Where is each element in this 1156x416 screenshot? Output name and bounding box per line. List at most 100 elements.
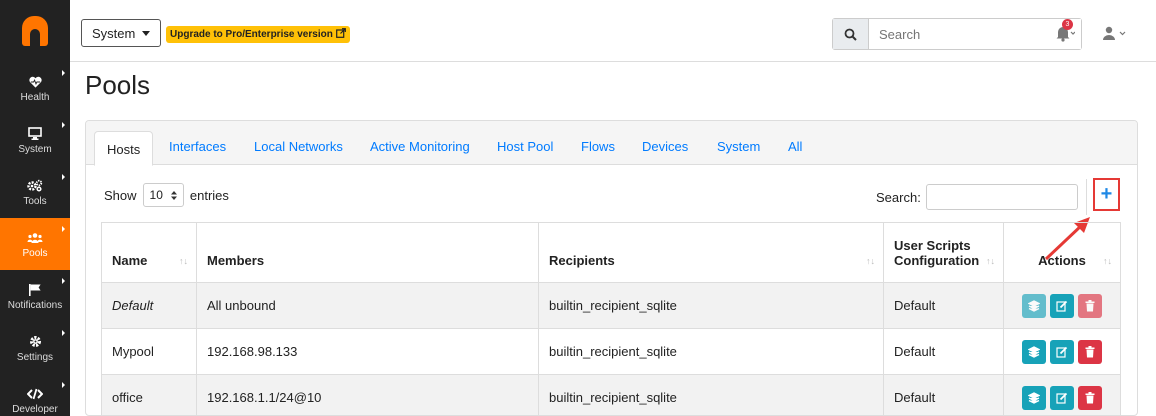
sidebar-item-developer[interactable]: Developer	[0, 374, 70, 416]
trash-icon	[1085, 345, 1095, 357]
layers-button	[1022, 293, 1046, 318]
cog-icon	[27, 334, 43, 350]
column-header-user-scripts[interactable]: User Scripts Configuration ↑↓	[883, 222, 1004, 283]
sort-icon: ↑↓	[1103, 256, 1112, 266]
pool-members: 192.168.1.1/24@10	[196, 374, 539, 415]
sidebar-item-label: Notifications	[7, 299, 63, 311]
sidebar-item-pools[interactable]: Pools	[0, 218, 70, 270]
column-header-recipients[interactable]: Recipients ↑↓	[538, 222, 884, 283]
pool-actions	[1003, 374, 1121, 415]
table-row: office 192.168.1.1/24@10 builtin_recipie…	[101, 374, 1121, 415]
tab-host-pool[interactable]: Host Pool	[497, 139, 553, 154]
sort-icon: ↑↓	[986, 256, 995, 266]
column-header-actions[interactable]: Actions ↑↓	[1003, 222, 1121, 283]
pool-name: Default	[101, 282, 197, 329]
sidebar-item-system[interactable]: System	[0, 114, 70, 166]
edit-button[interactable]	[1050, 385, 1074, 410]
sidebar-item-label: Health	[20, 91, 50, 103]
entries-select[interactable]: 10	[142, 183, 184, 207]
sort-icon: ↑↓	[179, 256, 188, 266]
search-icon	[844, 28, 857, 41]
pool-actions	[1003, 328, 1121, 375]
table-row: Default All unbound builtin_recipient_sq…	[101, 282, 1121, 329]
table-search-label: Search:	[876, 190, 921, 205]
notification-count-badge: 3	[1062, 19, 1073, 30]
ntopng-logo[interactable]	[0, 0, 70, 62]
add-pool-button[interactable]: +	[1093, 178, 1120, 211]
user-icon	[1103, 26, 1126, 40]
tab-flows[interactable]: Flows	[581, 139, 615, 154]
pool-recipients: builtin_recipient_sqlite	[538, 282, 884, 329]
table-search-input[interactable]	[926, 184, 1078, 210]
external-link-icon	[335, 28, 346, 41]
caret-right-icon	[62, 70, 65, 76]
entries-value: 10	[149, 188, 163, 202]
edit-icon	[1056, 392, 1068, 404]
layers-button[interactable]	[1022, 339, 1046, 364]
entries-label: entries	[189, 187, 229, 203]
edit-button[interactable]	[1050, 339, 1074, 364]
tab-interfaces[interactable]: Interfaces	[169, 139, 226, 154]
tab-all[interactable]: All	[788, 139, 802, 154]
sidebar-item-health[interactable]: Health	[0, 62, 70, 114]
sidebar-item-tools[interactable]: Tools	[0, 166, 70, 218]
column-header-name[interactable]: Name ↑↓	[101, 222, 197, 283]
table-header-row: Name ↑↓ Members Recipients ↑↓ User Scripts…	[101, 222, 1121, 283]
upgrade-badge[interactable]: Upgrade to Pro/Enterprise version	[166, 26, 350, 43]
layers-icon	[1028, 299, 1040, 312]
global-search	[832, 18, 1082, 50]
user-menu[interactable]	[1102, 25, 1128, 41]
tab-local-networks[interactable]: Local Networks	[254, 139, 343, 154]
pool-recipients: builtin_recipient_sqlite	[538, 328, 884, 375]
heartbeat-icon	[27, 74, 43, 90]
tab-devices[interactable]: Devices	[642, 139, 688, 154]
cogs-icon	[27, 178, 43, 194]
system-dropdown-label: System	[92, 25, 136, 41]
layers-icon	[1028, 345, 1040, 358]
pool-recipients: builtin_recipient_sqlite	[538, 374, 884, 415]
sidebar-item-label: Pools	[22, 247, 48, 259]
code-icon	[27, 386, 43, 402]
show-label: Show	[104, 187, 137, 203]
sidebar-item-label: Developer	[12, 403, 58, 415]
edit-button[interactable]	[1050, 293, 1074, 318]
pool-name: Mypool	[101, 328, 197, 375]
tab-hosts[interactable]: Hosts	[94, 131, 154, 166]
caret-right-icon	[62, 122, 65, 128]
caret-right-icon	[62, 330, 65, 336]
sidebar: Health System Tools Pools Notifications	[0, 0, 70, 416]
tab-system[interactable]: System	[717, 139, 760, 154]
caret-right-icon	[62, 382, 65, 388]
tab-active-monitoring[interactable]: Active Monitoring	[370, 139, 470, 154]
system-dropdown-button[interactable]: System	[81, 19, 162, 47]
flag-icon	[27, 282, 43, 298]
pool-members: 192.168.98.133	[196, 328, 539, 375]
sidebar-item-settings[interactable]: Settings	[0, 322, 70, 374]
pool-config: Default	[883, 328, 1004, 375]
trash-icon	[1085, 391, 1095, 403]
layers-icon	[1028, 391, 1040, 404]
search-button[interactable]	[833, 19, 869, 49]
trash-icon	[1085, 299, 1095, 311]
layers-button[interactable]	[1022, 385, 1046, 410]
pools-card: Hosts Interfaces Local Networks Active M…	[85, 120, 1138, 416]
table-row: Mypool 192.168.98.133 builtin_recipient_…	[101, 328, 1121, 375]
pool-config: Default	[883, 374, 1004, 415]
top-navbar: System Upgrade to Pro/Enterprise version…	[70, 0, 1156, 62]
tabs-bar: Hosts Interfaces Local Networks Active M…	[86, 121, 1137, 166]
divider	[1086, 179, 1087, 215]
logo-mark	[22, 16, 48, 46]
pool-name: office	[101, 374, 197, 415]
caret-right-icon	[62, 278, 65, 284]
column-header-members: Members	[196, 222, 539, 283]
caret-right-icon	[62, 174, 65, 180]
upgrade-label: Upgrade to Pro/Enterprise version	[170, 29, 333, 40]
delete-button[interactable]	[1078, 339, 1102, 364]
sidebar-item-notifications[interactable]: Notifications	[0, 270, 70, 322]
sidebar-item-label: System	[18, 143, 52, 155]
entries-length-control: Show 10 entries	[104, 183, 229, 207]
global-search-input[interactable]	[869, 19, 1081, 49]
delete-button[interactable]	[1078, 385, 1102, 410]
caret-down-icon	[142, 30, 151, 36]
sidebar-item-label: Tools	[23, 195, 47, 207]
